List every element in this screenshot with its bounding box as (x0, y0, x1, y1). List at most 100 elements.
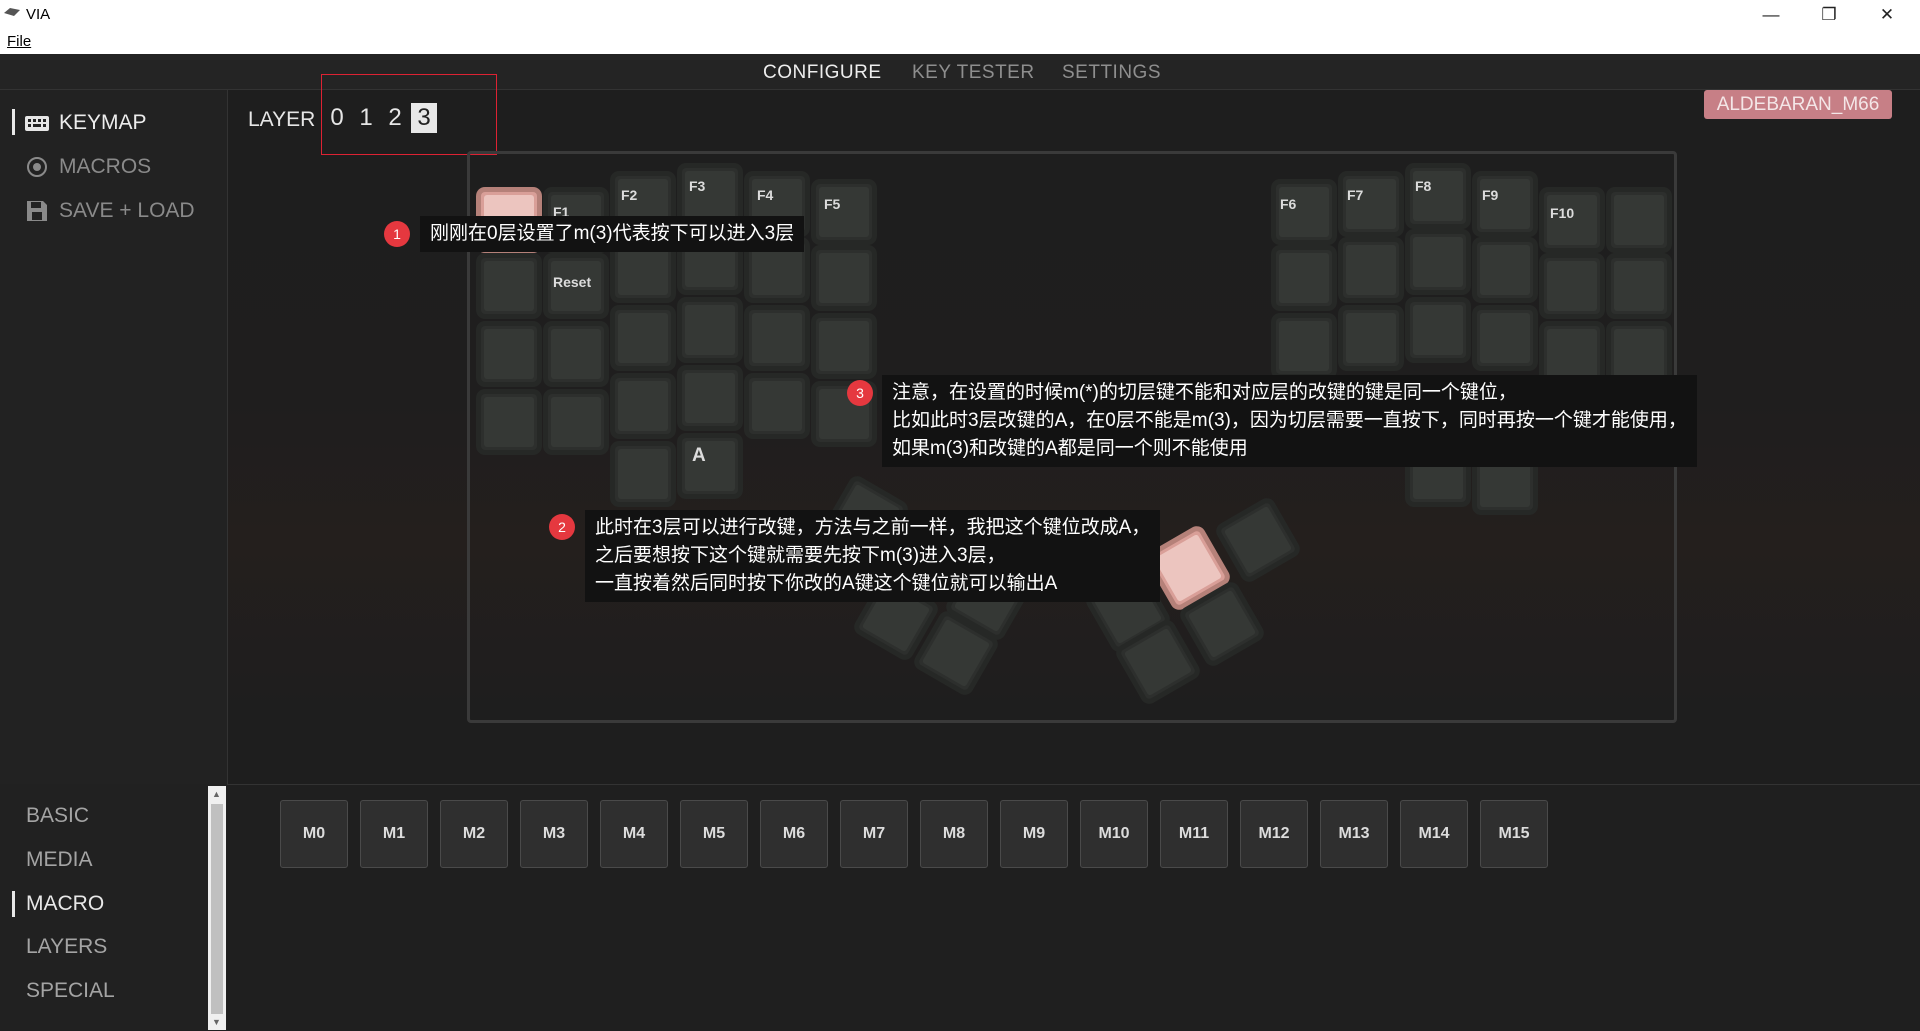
category-media[interactable]: MEDIA (26, 848, 93, 872)
key-label-f6: F6 (1280, 196, 1297, 212)
scrollbar-thumb[interactable] (211, 804, 223, 1014)
key-a[interactable] (682, 438, 738, 494)
category-scrollbar[interactable]: ▲ ▼ (208, 786, 226, 1030)
key-f5[interactable] (816, 184, 872, 240)
macro-key-m12[interactable]: M12 (1240, 800, 1308, 868)
via-app-icon (4, 8, 20, 16)
category-special[interactable]: SPECIAL (26, 979, 115, 1003)
key-label-f2: F2 (621, 187, 638, 203)
key[interactable] (1410, 234, 1466, 290)
key[interactable] (749, 310, 805, 366)
key[interactable] (816, 250, 872, 306)
key-label-f9: F9 (1482, 187, 1499, 203)
close-button[interactable]: ✕ (1858, 0, 1916, 31)
key-f7[interactable] (1343, 176, 1399, 232)
window-title: VIA (26, 6, 51, 23)
key-label-f7: F7 (1347, 187, 1364, 203)
sidebar-item-label: SAVE + LOAD (59, 199, 195, 222)
key[interactable] (1276, 250, 1332, 306)
key[interactable] (615, 378, 671, 434)
category-macro[interactable]: MACRO (26, 892, 104, 916)
category-layers[interactable]: LAYERS (26, 935, 107, 959)
macro-key-m5[interactable]: M5 (680, 800, 748, 868)
callout-3-badge: 3 (847, 380, 873, 406)
key-f6[interactable] (1276, 184, 1332, 240)
scroll-up-arrow-icon[interactable]: ▲ (212, 789, 221, 799)
key[interactable] (1276, 318, 1332, 374)
key-label-f8: F8 (1415, 178, 1432, 194)
menu-file[interactable]: File (7, 33, 31, 50)
key[interactable] (615, 310, 671, 366)
sidebar-item-macros[interactable]: MACROS (0, 147, 227, 187)
tab-key-tester[interactable]: KEY TESTER (912, 62, 1035, 84)
macro-key-m13[interactable]: M13 (1320, 800, 1388, 868)
macro-key-m6[interactable]: M6 (760, 800, 828, 868)
key[interactable] (816, 318, 872, 374)
key[interactable] (682, 302, 738, 358)
layer-highlight-box (321, 74, 497, 155)
macro-key-m8[interactable]: M8 (920, 800, 988, 868)
keyboard-icon (25, 116, 49, 131)
key[interactable] (615, 446, 671, 502)
key[interactable] (548, 326, 604, 382)
tab-configure[interactable]: CONFIGURE (763, 62, 882, 84)
macro-key-m1[interactable]: M1 (360, 800, 428, 868)
key[interactable] (1477, 242, 1533, 298)
macro-key-m9[interactable]: M9 (1000, 800, 1068, 868)
key-f8[interactable] (1410, 168, 1466, 224)
key[interactable] (1477, 310, 1533, 366)
key-label-f4: F4 (757, 187, 774, 203)
device-name-badge: ALDEBARAN_M66 (1704, 90, 1892, 119)
restore-button[interactable]: ❐ (1800, 0, 1858, 31)
sidebar-item-save-load[interactable]: SAVE + LOAD (0, 191, 227, 231)
category-list: BASIC MEDIA MACRO LAYERS SPECIAL (0, 784, 227, 1030)
callout-3-text: 注意，在设置的时候m(*)的切层键不能和对应层的改键的键是同一个键位， 比如此时… (882, 375, 1697, 467)
sidebar-item-label: MACROS (59, 155, 152, 178)
macro-key-m0[interactable]: M0 (280, 800, 348, 868)
key[interactable] (1611, 192, 1667, 248)
callout-2-badge: 2 (549, 514, 575, 540)
key[interactable] (1343, 242, 1399, 298)
key[interactable] (481, 394, 537, 450)
macro-key-m14[interactable]: M14 (1400, 800, 1468, 868)
tab-settings[interactable]: SETTINGS (1062, 62, 1161, 84)
key-label-f5: F5 (824, 196, 841, 212)
key[interactable] (1343, 310, 1399, 366)
key[interactable] (481, 258, 537, 314)
callout-2-text: 此时在3层可以进行改键，方法与之前一样，我把这个键位改成A， 之后要想按下这个键… (585, 510, 1161, 602)
key-f9[interactable] (1477, 176, 1533, 232)
callout-1-badge: 1 (384, 221, 410, 247)
minimize-button[interactable]: — (1742, 0, 1800, 31)
macro-key-m3[interactable]: M3 (520, 800, 588, 868)
macro-key-m4[interactable]: M4 (600, 800, 668, 868)
save-icon (27, 201, 47, 221)
macro-key-m10[interactable]: M10 (1080, 800, 1148, 868)
macro-key-m11[interactable]: M11 (1160, 800, 1228, 868)
menu-bar: File (0, 31, 1920, 55)
top-nav: CONFIGURE KEY TESTER SETTINGS (0, 54, 1920, 90)
key[interactable] (548, 394, 604, 450)
key-label-a: A (692, 445, 706, 466)
macro-key-m7[interactable]: M7 (840, 800, 908, 868)
key-label-f10: F10 (1550, 205, 1575, 221)
sidebar-item-keymap[interactable]: KEYMAP (0, 103, 227, 143)
key[interactable] (1611, 326, 1667, 382)
title-bar: VIA — ❐ ✕ (0, 0, 1920, 31)
sidebar-item-label: KEYMAP (59, 111, 147, 134)
key[interactable] (481, 326, 537, 382)
record-icon (27, 157, 47, 177)
key[interactable] (1544, 326, 1600, 382)
key-label-reset: Reset (553, 274, 592, 290)
key[interactable] (749, 378, 805, 434)
key[interactable] (1544, 258, 1600, 314)
scroll-down-arrow-icon[interactable]: ▼ (212, 1017, 221, 1027)
category-basic[interactable]: BASIC (26, 804, 89, 828)
macro-key-m2[interactable]: M2 (440, 800, 508, 868)
sidebar: KEYMAP MACROS SAVE + LOAD (0, 90, 228, 784)
macro-key-m15[interactable]: M15 (1480, 800, 1548, 868)
layer-label: LAYER (248, 108, 316, 131)
callout-1-text: 刚刚在0层设置了m(3)代表按下可以进入3层 (420, 216, 805, 252)
key[interactable] (682, 370, 738, 426)
key[interactable] (1611, 258, 1667, 314)
key[interactable] (1410, 302, 1466, 358)
